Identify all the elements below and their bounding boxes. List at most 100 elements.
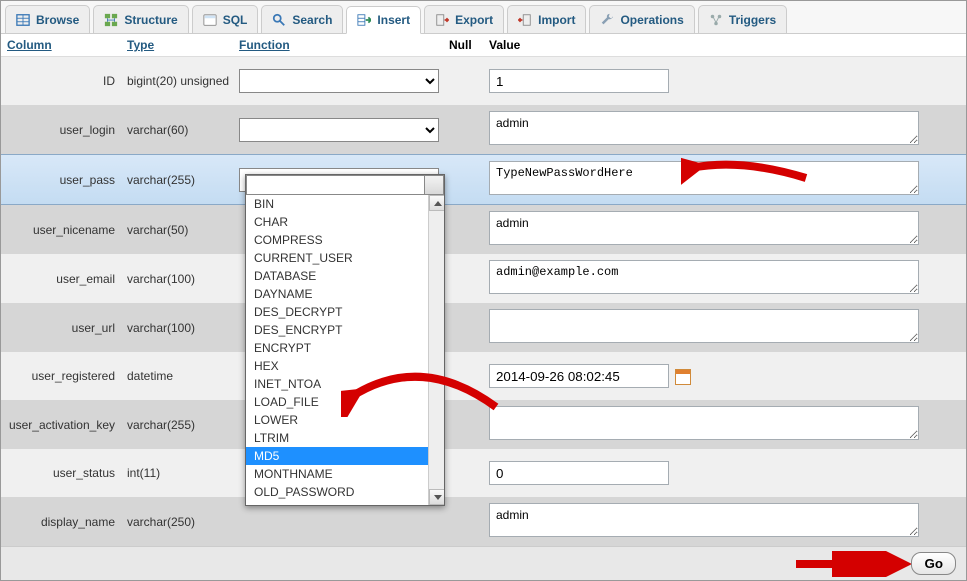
dropdown-item-bin[interactable]: BIN <box>246 195 444 213</box>
column-type: varchar(255) <box>127 418 239 432</box>
row-display_name: display_namevarchar(250) <box>1 497 966 546</box>
insert-icon <box>357 13 371 27</box>
column-name: user_login <box>7 123 127 137</box>
tab-import[interactable]: Import <box>507 5 586 33</box>
column-type: varchar(255) <box>127 173 239 187</box>
tab-label: Operations <box>620 13 683 27</box>
row-user_url: user_urlvarchar(100) <box>1 303 966 352</box>
dropdown-item-hex[interactable]: HEX <box>246 357 444 375</box>
column-type: varchar(100) <box>127 272 239 286</box>
function-cell <box>239 69 449 93</box>
value-cell <box>489 211 960 248</box>
go-button[interactable]: Go <box>911 552 956 575</box>
tab-label: Insert <box>377 13 410 27</box>
value-input[interactable] <box>489 461 669 485</box>
row-user_email: user_emailvarchar(100) <box>1 254 966 303</box>
function-cell <box>239 118 449 142</box>
dropdown-item-des_decrypt[interactable]: DES_DECRYPT <box>246 303 444 321</box>
column-name: user_pass <box>7 173 127 187</box>
scroll-up-icon[interactable] <box>429 195 444 211</box>
dropdown-item-inet_ntoa[interactable]: INET_NTOA <box>246 375 444 393</box>
import-icon <box>518 13 532 27</box>
dropdown-item-load_file[interactable]: LOAD_FILE <box>246 393 444 411</box>
header-type[interactable]: Type <box>127 38 154 52</box>
value-input[interactable] <box>489 364 669 388</box>
dropdown-item-ltrim[interactable]: LTRIM <box>246 429 444 447</box>
column-type: varchar(250) <box>127 515 239 529</box>
row-user_activation_key: user_activation_keyvarchar(255) <box>1 400 966 449</box>
function-select[interactable] <box>239 118 439 142</box>
dropdown-item-password[interactable]: PASSWORD <box>246 501 444 505</box>
tab-search[interactable]: Search <box>261 5 343 33</box>
tab-sql[interactable]: SQL <box>192 5 259 33</box>
scroll-down-icon[interactable] <box>429 489 444 505</box>
column-name: user_status <box>7 466 127 480</box>
export-icon <box>435 13 449 27</box>
tab-label: Import <box>538 13 575 27</box>
value-textarea[interactable] <box>489 161 919 195</box>
row-user_pass: user_passvarchar(255) <box>1 154 966 205</box>
column-name: display_name <box>7 515 127 529</box>
dropdown-item-des_encrypt[interactable]: DES_ENCRYPT <box>246 321 444 339</box>
function-dropdown-open[interactable]: BINCHARCOMPRESSCURRENT_USERDATABASEDAYNA… <box>245 174 445 506</box>
value-textarea[interactable] <box>489 503 919 537</box>
value-textarea[interactable] <box>489 211 919 245</box>
dropdown-item-encrypt[interactable]: ENCRYPT <box>246 339 444 357</box>
value-cell <box>489 503 960 540</box>
calendar-icon[interactable] <box>675 369 691 385</box>
column-name: user_nicename <box>7 223 127 237</box>
tab-label: Structure <box>124 13 177 27</box>
tab-label: Search <box>292 13 332 27</box>
tab-operations[interactable]: Operations <box>589 5 694 33</box>
dropdown-item-lower[interactable]: LOWER <box>246 411 444 429</box>
column-name: user_url <box>7 321 127 335</box>
tab-label: Browse <box>36 13 79 27</box>
value-input[interactable] <box>489 69 669 93</box>
form-footer: Go <box>1 546 966 580</box>
tab-label: Triggers <box>729 13 776 27</box>
dropdown-item-database[interactable]: DATABASE <box>246 267 444 285</box>
dropdown-item-old_password[interactable]: OLD_PASSWORD <box>246 483 444 501</box>
dropdown-item-current_user[interactable]: CURRENT_USER <box>246 249 444 267</box>
dropdown-scrollbar[interactable] <box>428 195 444 505</box>
tab-browse[interactable]: Browse <box>5 5 90 33</box>
insert-form-rows: IDbigint(20) unsigned user_loginvarchar(6… <box>1 57 966 546</box>
value-textarea[interactable] <box>489 111 919 145</box>
tab-insert[interactable]: Insert <box>346 6 421 34</box>
header-column[interactable]: Column <box>7 38 52 52</box>
value-cell <box>489 461 960 485</box>
function-dropdown-list[interactable]: BINCHARCOMPRESSCURRENT_USERDATABASEDAYNA… <box>246 195 444 505</box>
value-cell <box>489 69 960 93</box>
value-cell <box>489 161 960 198</box>
column-type: bigint(20) unsigned <box>127 74 239 88</box>
tab-label: Export <box>455 13 493 27</box>
row-user_registered: user_registereddatetime <box>1 352 966 400</box>
value-textarea[interactable] <box>489 406 919 440</box>
dropdown-item-char[interactable]: CHAR <box>246 213 444 231</box>
value-cell <box>489 309 960 346</box>
triggers-icon <box>709 13 723 27</box>
column-type: varchar(60) <box>127 123 239 137</box>
dropdown-item-compress[interactable]: COMPRESS <box>246 231 444 249</box>
function-dropdown-head[interactable] <box>246 175 444 195</box>
dropdown-item-dayname[interactable]: DAYNAME <box>246 285 444 303</box>
tab-structure[interactable]: Structure <box>93 5 188 33</box>
header-function[interactable]: Function <box>239 38 290 52</box>
column-name: user_activation_key <box>7 418 127 432</box>
tab-export[interactable]: Export <box>424 5 504 33</box>
dropdown-item-monthname[interactable]: MONTHNAME <box>246 465 444 483</box>
header-null: Null <box>449 38 472 52</box>
column-type: datetime <box>127 369 239 383</box>
value-textarea[interactable] <box>489 309 919 343</box>
function-select[interactable] <box>239 69 439 93</box>
row-user_status: user_statusint(11) <box>1 449 966 497</box>
tab-triggers[interactable]: Triggers <box>698 5 787 33</box>
annotation-arrow-go <box>791 551 911 577</box>
column-name: user_email <box>7 272 127 286</box>
row-ID: IDbigint(20) unsigned <box>1 57 966 105</box>
search-icon <box>272 13 286 27</box>
tab-bar: Browse Structure SQL Search Insert Expor… <box>1 1 966 34</box>
value-textarea[interactable] <box>489 260 919 294</box>
value-cell <box>489 364 960 388</box>
dropdown-item-md5[interactable]: MD5 <box>246 447 444 465</box>
